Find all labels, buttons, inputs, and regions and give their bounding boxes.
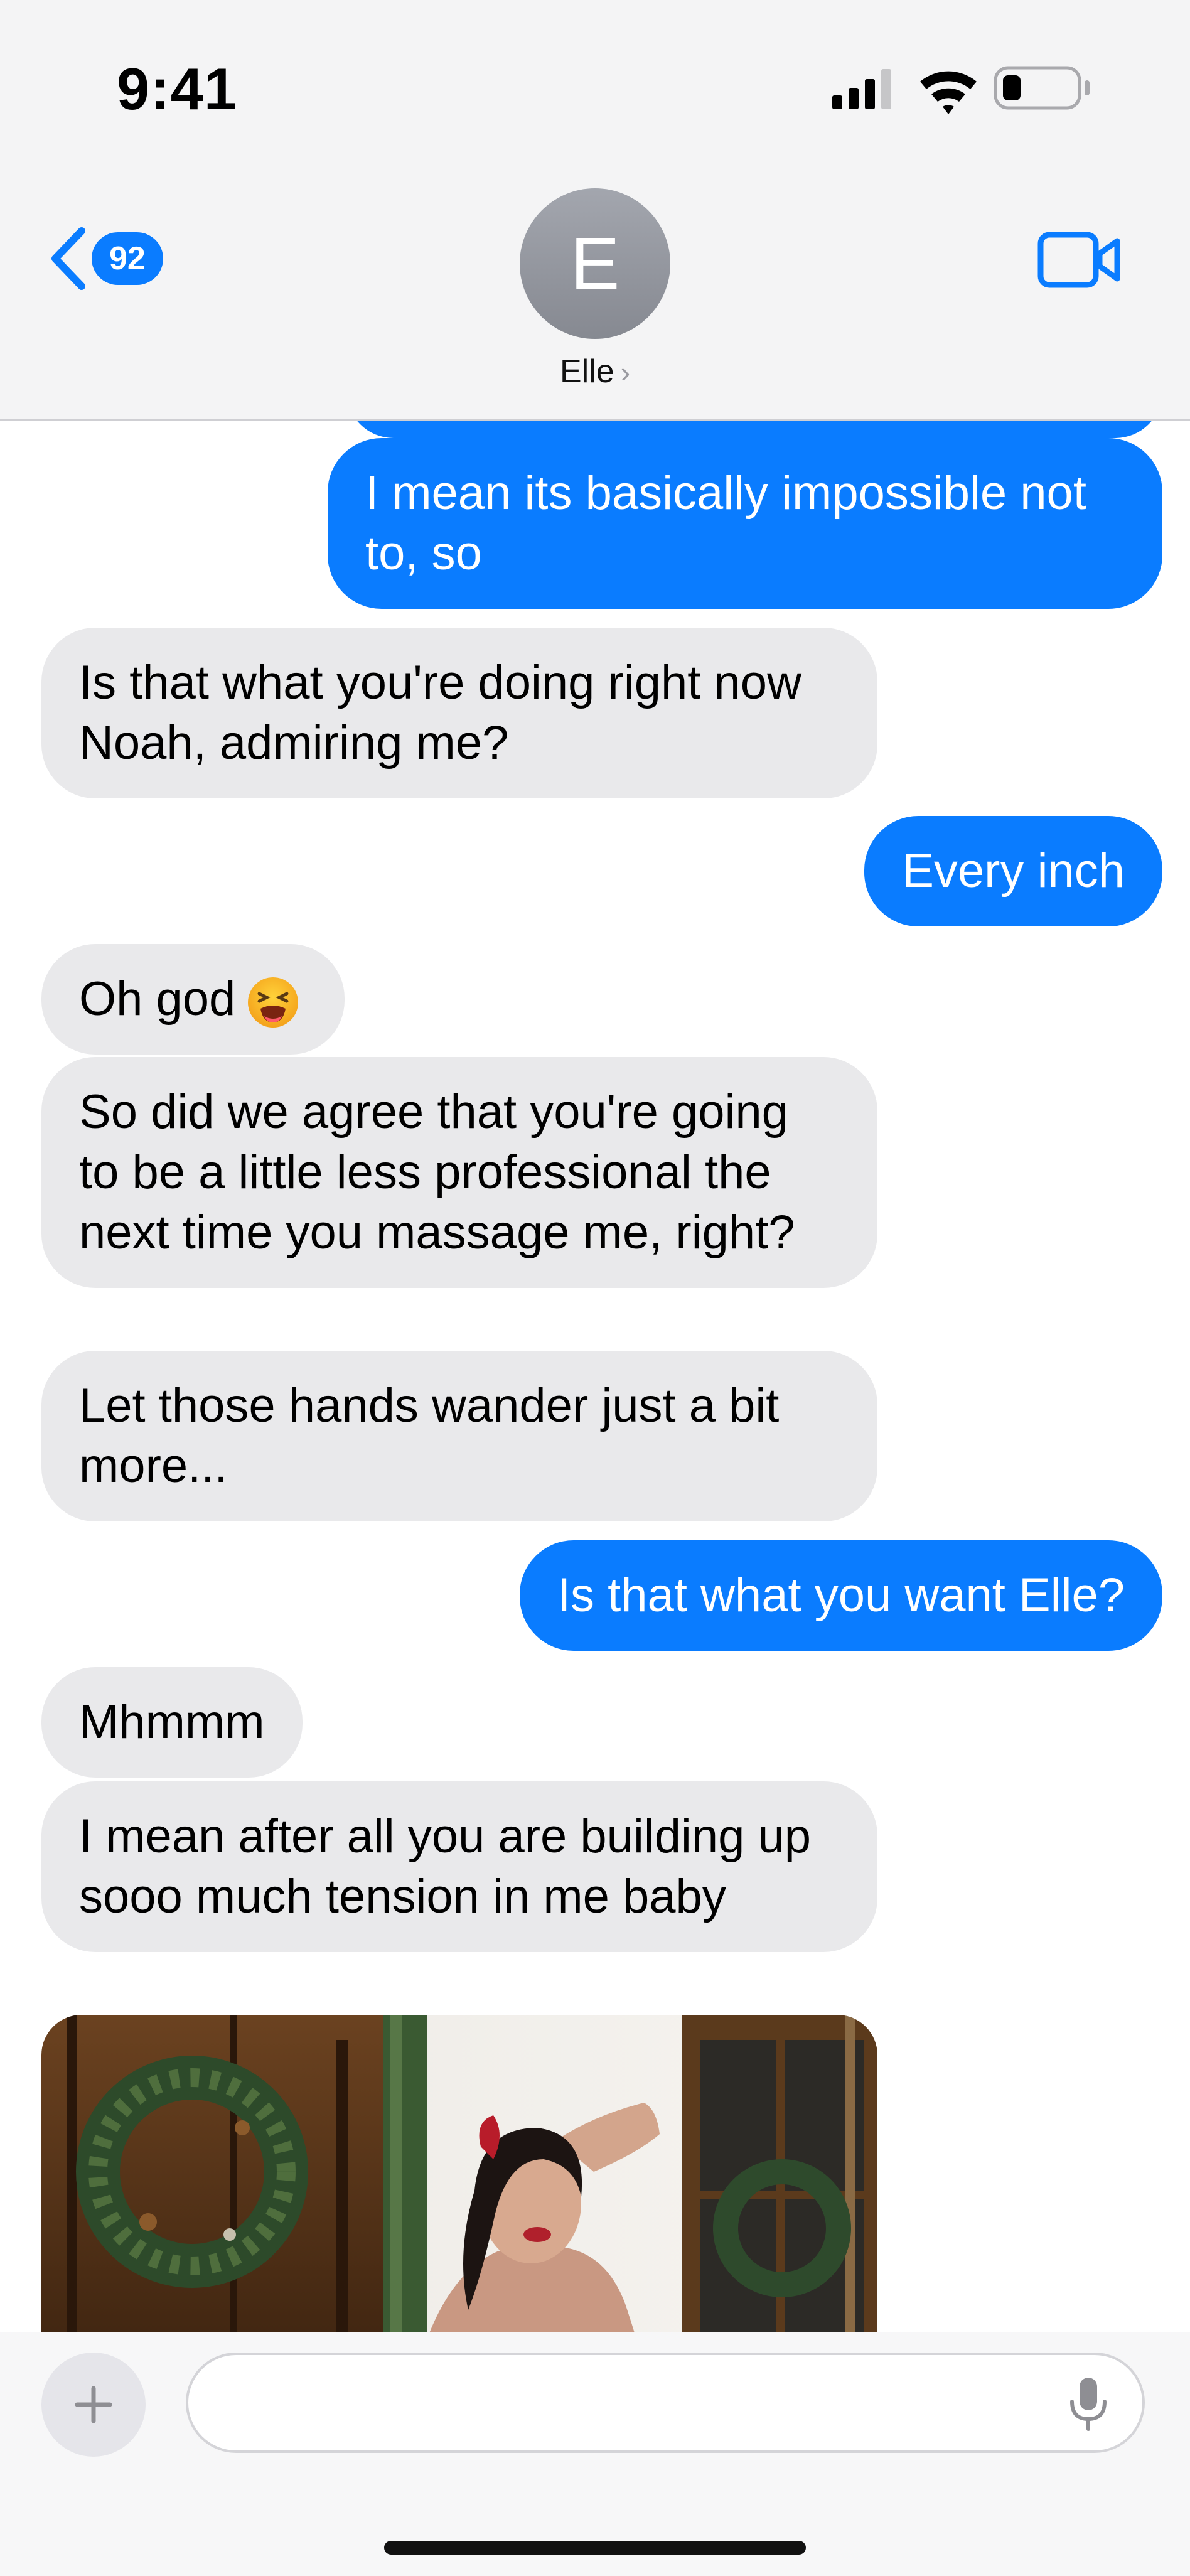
message-text: I mean after all you are building up soo… (79, 1810, 812, 1923)
facetime-video-button[interactable] (1037, 230, 1122, 293)
wifi-icon (920, 71, 977, 114)
message-text: Let those hands wander just a bit more..… (79, 1379, 780, 1493)
message-text: Oh god (79, 972, 236, 1026)
message-bubble-outgoing[interactable]: Is that what you want Elle? (519, 1540, 1190, 1652)
chevron-right-icon: › (620, 356, 631, 389)
message-thread[interactable]: I mean its basically impossible not to, … (0, 419, 1190, 2332)
contact-name-button[interactable]: Elle › (0, 353, 1190, 390)
conversation-header: 9:41 92 E Elle › (0, 0, 1190, 421)
message-text: So did we agree that you're going to be … (79, 1085, 795, 1259)
message-bubble-incoming[interactable]: I mean after all you are building up soo… (41, 1781, 877, 1952)
message-bubble-incoming[interactable]: Mhmmm (41, 1667, 303, 1778)
message-bubble-incoming[interactable]: So did we agree that you're going to be … (41, 1057, 877, 1288)
add-attachment-button[interactable] (41, 2353, 146, 2457)
message-bubble-partial[interactable] (346, 419, 1162, 438)
message-text: I mean its basically impossible not to, … (365, 466, 1086, 580)
video-camera-icon (1037, 232, 1120, 288)
plus-icon (75, 2386, 112, 2423)
message-input[interactable] (186, 2353, 1145, 2453)
message-text: Is that what you're doing right now Noah… (79, 656, 801, 770)
battery-icon (994, 66, 1090, 110)
message-bubble-incoming[interactable]: Oh god (41, 944, 345, 1055)
photo-attachment[interactable] (41, 2015, 877, 2332)
contact-avatar[interactable]: E (520, 188, 670, 339)
microphone-icon (1070, 2378, 1107, 2431)
message-text: Every inch (902, 844, 1125, 898)
status-time: 9:41 (117, 56, 238, 122)
message-bubble-outgoing[interactable]: Every inch (864, 816, 1190, 928)
signal-icon (832, 69, 891, 109)
unread-count-badge: 92 (92, 232, 163, 285)
status-icons (832, 66, 1090, 114)
composer-bar (0, 2332, 1190, 2576)
home-indicator[interactable] (384, 2541, 806, 2555)
message-bubble-incoming[interactable]: Let those hands wander just a bit more..… (9, 1351, 877, 1523)
message-bubble-outgoing[interactable]: I mean its basically impossible not to, … (328, 438, 1190, 610)
dictation-button[interactable] (1068, 2376, 1108, 2435)
message-text: Mhmmm (79, 1695, 265, 1749)
message-bubble-incoming[interactable]: Is that what you're doing right now Noah… (9, 628, 877, 800)
tired-face-emoji-icon (248, 977, 299, 1028)
back-button[interactable]: 92 (48, 226, 163, 291)
message-text: Is that what you want Elle? (557, 1569, 1125, 1622)
chevron-left-icon (51, 227, 85, 290)
photo-image (41, 2015, 877, 2332)
contact-name: Elle (559, 353, 614, 390)
